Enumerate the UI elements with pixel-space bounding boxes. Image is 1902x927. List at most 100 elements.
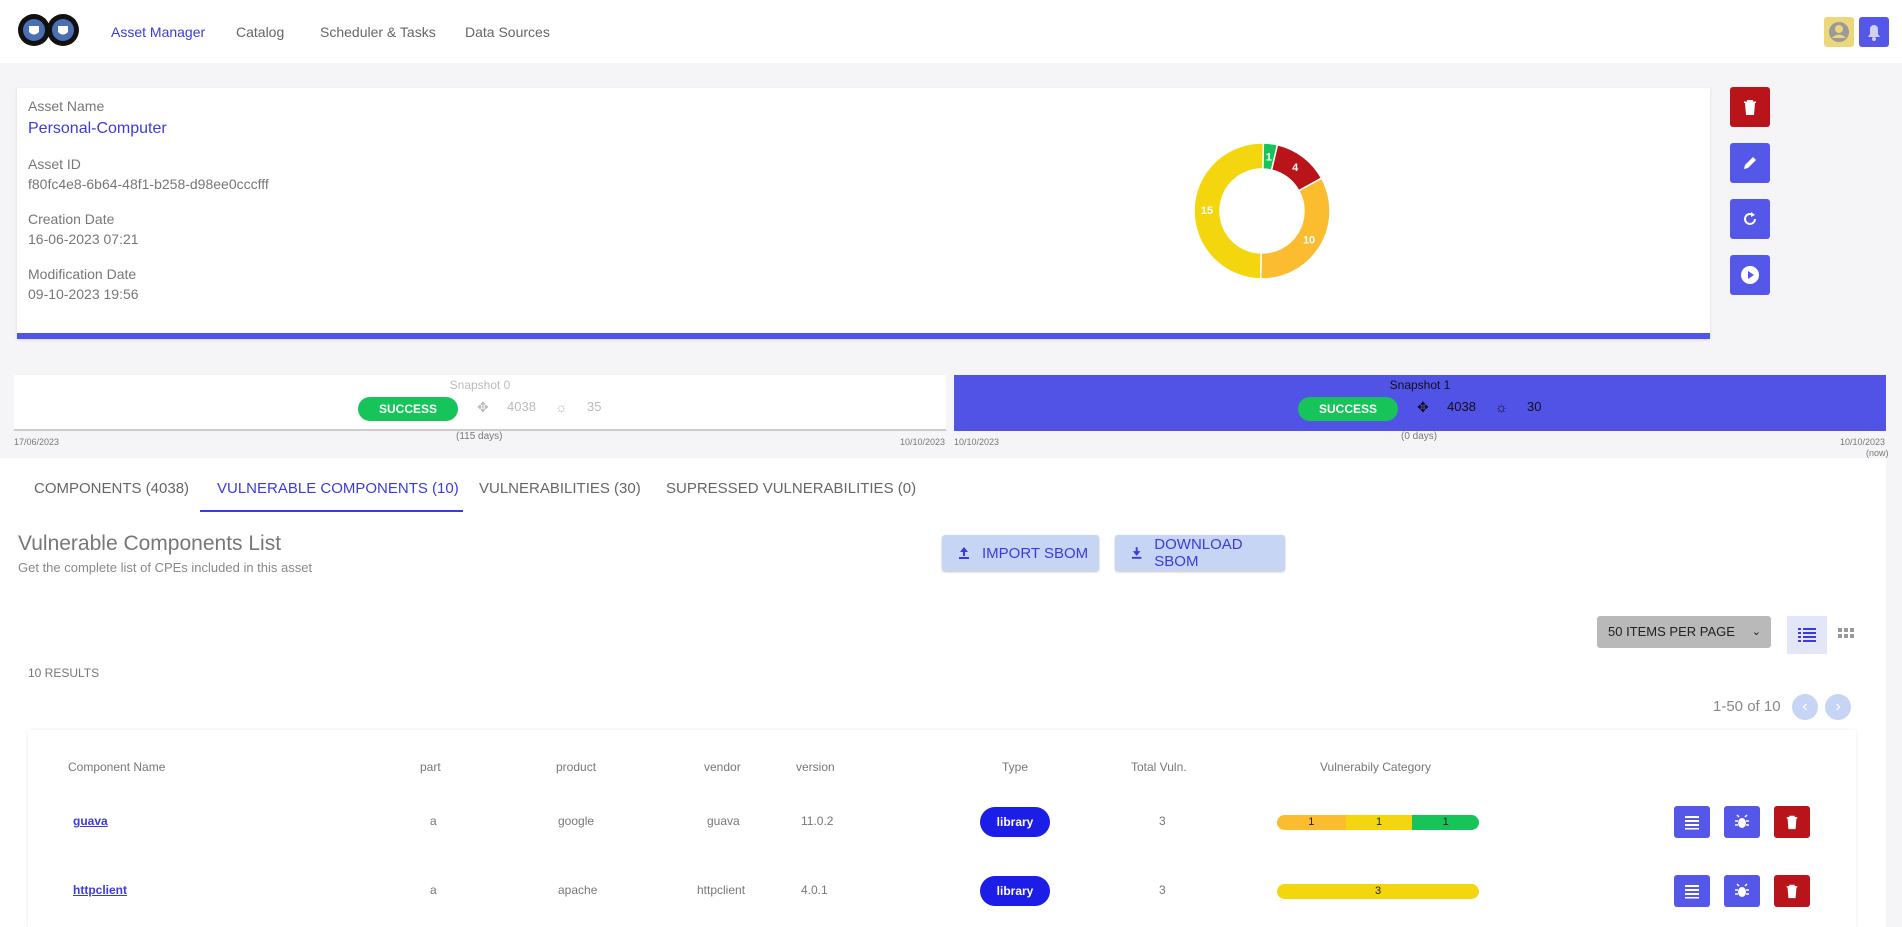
vulnerable-components-table: Component Name part product vendor versi… — [28, 730, 1856, 927]
import-sbom-label: IMPORT SBOM — [982, 544, 1089, 562]
header-product: product — [556, 760, 597, 774]
nav-scheduler-tasks[interactable]: Scheduler & Tasks — [320, 24, 436, 40]
items-per-page-select[interactable]: 50 ITEMS PER PAGE ⌄ — [1597, 616, 1771, 648]
tab-vulnerable-components[interactable]: VULNERABLE COMPONENTS (10) — [217, 480, 459, 497]
list-view-button[interactable] — [1787, 616, 1827, 654]
trash-icon — [1786, 815, 1798, 830]
items-per-page-value: 50 ITEMS PER PAGE — [1608, 624, 1735, 639]
nav-catalog[interactable]: Catalog — [236, 24, 284, 40]
category-segment: 3 — [1277, 884, 1479, 899]
category-segment: 1 — [1345, 815, 1413, 830]
nav-asset-manager[interactable]: Asset Manager — [111, 24, 205, 40]
snapshot-1-vulns: 30 — [1527, 399, 1542, 414]
type-badge: library — [980, 807, 1050, 837]
snapshot-1-components: 4038 — [1447, 399, 1476, 414]
next-page-button[interactable]: › — [1825, 694, 1851, 720]
component-name-link[interactable]: httpclient — [73, 883, 127, 897]
component-product: google — [558, 814, 595, 828]
download-icon — [1131, 547, 1142, 559]
asset-id: f80fc4e8-6b64-48f1-b258-d98ee0cccfff — [28, 176, 269, 192]
header-version: version — [796, 760, 835, 774]
component-name-link[interactable]: guava — [73, 814, 108, 828]
snapshot-0-vulns: 35 — [587, 399, 602, 414]
upload-icon — [959, 547, 969, 559]
download-sbom-label: DOWNLOAD SBOM — [1154, 536, 1243, 570]
vulnerability-category-bar: 1 1 1 — [1277, 815, 1479, 830]
component-vulnerabilities-button[interactable] — [1724, 806, 1760, 838]
app-logo[interactable] — [18, 12, 80, 48]
component-total-vuln: 3 — [1159, 814, 1166, 828]
play-icon — [1741, 266, 1759, 284]
trash-icon — [1786, 884, 1798, 899]
snapshot-1-end-date: 10/10/2023 — [1840, 437, 1886, 447]
components-icon: ✥ — [477, 399, 489, 415]
bug-icon: ☼ — [555, 399, 568, 415]
asset-id-label: Asset ID — [28, 156, 81, 172]
delete-component-button[interactable] — [1774, 806, 1810, 838]
snapshot-1-start-date: 10/10/2023 — [954, 437, 1000, 447]
run-scan-button[interactable] — [1730, 255, 1770, 295]
creation-date: 16-06-2023 07:21 — [28, 231, 139, 247]
tab-supressed-vulnerabilities[interactable]: SUPRESSED VULNERABILITIES (0) — [666, 480, 916, 497]
snapshot-0-duration: (115 days) — [456, 431, 503, 442]
notifications-button[interactable] — [1859, 17, 1889, 47]
component-part: a — [430, 883, 437, 897]
header-part: part — [420, 760, 441, 774]
asset-name: Personal-Computer — [28, 120, 167, 137]
donut-slice-label: 4 — [1292, 162, 1299, 174]
header-vulnerability-category: Vulnerabily Category — [1320, 760, 1431, 774]
snapshot-0-card[interactable]: Snapshot 0 SUCCESS ✥ 4038 ☼ 35 — [14, 375, 946, 431]
results-count: 10 RESULTS — [28, 666, 100, 680]
component-total-vuln: 3 — [1159, 883, 1166, 897]
edit-asset-button[interactable] — [1730, 143, 1770, 183]
donut-slice-label: 15 — [1201, 205, 1213, 217]
components-icon: ✥ — [1417, 399, 1429, 415]
header-total-vuln: Total Vuln. — [1131, 760, 1187, 774]
component-version: 4.0.1 — [801, 883, 828, 897]
snapshot-1-card[interactable]: Snapshot 1 SUCCESS ✥ 4038 ☼ 30 — [954, 375, 1886, 431]
component-vulnerabilities-button[interactable] — [1724, 875, 1760, 907]
delete-asset-button[interactable] — [1730, 87, 1770, 127]
pencil-icon — [1744, 157, 1756, 169]
header-component-name: Component Name — [68, 760, 166, 774]
asset-details-card: Asset Name Personal-Computer Asset ID f8… — [17, 88, 1710, 339]
user-icon — [1829, 22, 1849, 42]
component-vendor: guava — [707, 814, 740, 828]
tab-vulnerabilities[interactable]: VULNERABILITIES (30) — [479, 480, 641, 497]
list-icon — [1685, 885, 1699, 899]
asset-name-label: Asset Name — [28, 98, 105, 114]
header-vendor: vendor — [704, 760, 741, 774]
modification-date: 09-10-2023 19:56 — [28, 286, 139, 302]
donut-slice-label: 1 — [1266, 151, 1272, 163]
tab-components[interactable]: COMPONENTS (4038) — [34, 480, 189, 497]
vulnerability-category-bar: 3 — [1277, 884, 1479, 899]
grid-view-button[interactable] — [1826, 616, 1866, 654]
nav-data-sources[interactable]: Data Sources — [465, 24, 550, 40]
category-segment: 1 — [1412, 815, 1479, 830]
component-details-button[interactable] — [1674, 875, 1710, 907]
component-details-button[interactable] — [1674, 806, 1710, 838]
creation-date-label: Creation Date — [28, 211, 115, 227]
trash-icon — [1744, 100, 1756, 115]
donut-slice-label: 10 — [1303, 234, 1315, 246]
severity-donut-chart: 1 4 10 15 — [1193, 142, 1331, 280]
delete-component-button[interactable] — [1774, 875, 1810, 907]
previous-page-button[interactable]: ‹ — [1792, 694, 1818, 720]
snapshot-0-start-date: 17/06/2023 — [14, 437, 60, 447]
refresh-asset-button[interactable] — [1730, 199, 1770, 239]
active-tab-indicator — [200, 510, 463, 512]
grid-view-icon — [1838, 628, 1854, 638]
component-vendor: httpclient — [697, 883, 746, 897]
snapshot-1-status: SUCCESS — [1298, 397, 1398, 421]
snapshot-0-components: 4038 — [507, 399, 536, 414]
snapshot-0-end-date: 10/10/2023 — [900, 437, 946, 447]
user-account-button[interactable] — [1824, 17, 1854, 47]
snapshot-0-title: Snapshot 0 — [449, 378, 511, 392]
download-sbom-button[interactable]: DOWNLOAD SBOM — [1115, 535, 1285, 571]
donut-slice[interactable] — [1259, 177, 1331, 280]
bug-icon — [1735, 814, 1749, 828]
snapshot-0-status: SUCCESS — [358, 397, 458, 421]
snapshot-1-title: Snapshot 1 — [1389, 378, 1451, 392]
import-sbom-button[interactable]: IMPORT SBOM — [942, 535, 1099, 571]
bell-icon — [1868, 25, 1880, 41]
